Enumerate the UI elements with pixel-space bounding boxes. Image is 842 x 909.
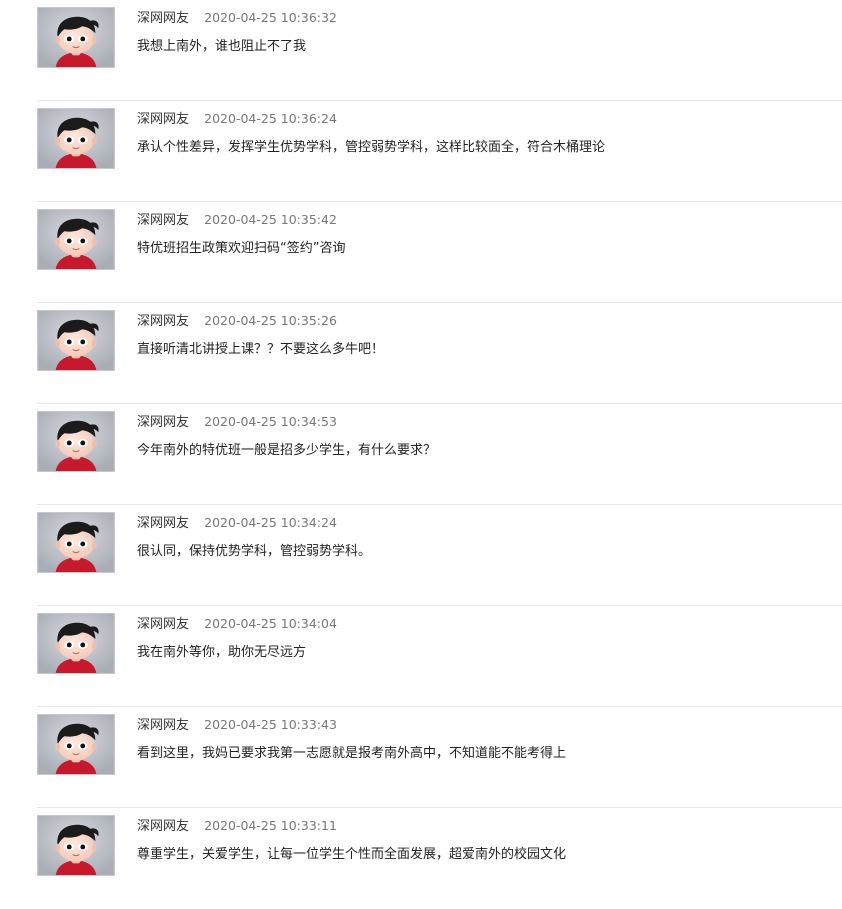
comment-text: 我想上南外，谁也阻止不了我 — [137, 39, 307, 54]
comment-timestamp: 2020-04-25 10:35:26 — [204, 313, 337, 328]
comment-text: 尊重学生，关爱学生，让每一位学生个性而全面发展，超爱南外的校园文化 — [137, 847, 567, 862]
comment-meta: 深网网友 2020-04-25 10:33:11 — [137, 818, 337, 835]
comment-text: 特优班招生政策欢迎扫码“签约”咨询 — [137, 241, 346, 256]
comment-item: 深网网友 2020-04-25 10:35:26 直接听清北讲授上课？？不要这么… — [37, 303, 842, 404]
comment-list: 深网网友 2020-04-25 10:36:32 我想上南外，谁也阻止不了我 深… — [37, 0, 842, 909]
comment-author[interactable]: 深网网友 — [137, 314, 189, 329]
comment-author[interactable]: 深网网友 — [137, 516, 189, 531]
comment-author[interactable]: 深网网友 — [137, 617, 189, 632]
comment-timestamp: 2020-04-25 10:34:53 — [204, 414, 337, 429]
default-user-avatar-icon[interactable] — [37, 815, 115, 876]
default-user-avatar-icon[interactable] — [37, 714, 115, 775]
default-user-avatar-icon[interactable] — [37, 7, 115, 68]
default-user-avatar-icon[interactable] — [37, 108, 115, 169]
comment-item: 深网网友 2020-04-25 10:35:42 特优班招生政策欢迎扫码“签约”… — [37, 202, 842, 303]
comment-text: 看到这里，我妈已要求我第一志愿就是报考南外高中，不知道能不能考得上 — [137, 746, 567, 761]
comment-author[interactable]: 深网网友 — [137, 819, 189, 834]
comment-meta: 深网网友 2020-04-25 10:34:04 — [137, 616, 337, 633]
default-user-avatar-icon[interactable] — [37, 613, 115, 674]
comment-text: 今年南外的特优班一般是招多少学生，有什么要求？ — [137, 443, 437, 458]
default-user-avatar-icon[interactable] — [37, 310, 115, 371]
comment-timestamp: 2020-04-25 10:34:24 — [204, 515, 337, 530]
comment-timestamp: 2020-04-25 10:33:43 — [204, 717, 337, 732]
comment-text: 很认同，保持优势学科，管控弱势学科。 — [137, 544, 372, 559]
comment-item: 深网网友 2020-04-25 10:34:04 我在南外等你，助你无尽远方 — [37, 606, 842, 707]
comment-timestamp: 2020-04-25 10:33:11 — [204, 818, 337, 833]
comment-author[interactable]: 深网网友 — [137, 112, 189, 127]
comment-item: 深网网友 2020-04-25 10:36:24 承认个性差异，发挥学生优势学科… — [37, 101, 842, 202]
comment-meta: 深网网友 2020-04-25 10:36:24 — [137, 111, 337, 128]
comment-author[interactable]: 深网网友 — [137, 11, 189, 26]
comment-item: 深网网友 2020-04-25 10:34:24 很认同，保持优势学科，管控弱势… — [37, 505, 842, 606]
comment-timestamp: 2020-04-25 10:34:04 — [204, 616, 337, 631]
comment-meta: 深网网友 2020-04-25 10:36:32 — [137, 10, 337, 27]
comment-text: 承认个性差异，发挥学生优势学科，管控弱势学科，这样比较面全，符合木桶理论 — [137, 140, 606, 155]
comment-meta: 深网网友 2020-04-25 10:35:26 — [137, 313, 337, 330]
comment-item: 深网网友 2020-04-25 10:33:43 看到这里，我妈已要求我第一志愿… — [37, 707, 842, 808]
comment-item: 深网网友 2020-04-25 10:33:11 尊重学生，关爱学生，让每一位学… — [37, 808, 842, 909]
comment-timestamp: 2020-04-25 10:36:24 — [204, 111, 337, 126]
comment-text: 直接听清北讲授上课？？不要这么多牛吧！ — [137, 342, 385, 357]
comment-author[interactable]: 深网网友 — [137, 213, 189, 228]
comment-timestamp: 2020-04-25 10:35:42 — [204, 212, 337, 227]
default-user-avatar-icon[interactable] — [37, 411, 115, 472]
comment-item: 深网网友 2020-04-25 10:34:53 今年南外的特优班一般是招多少学… — [37, 404, 842, 505]
comment-item: 深网网友 2020-04-25 10:36:32 我想上南外，谁也阻止不了我 — [37, 0, 842, 101]
comment-author[interactable]: 深网网友 — [137, 718, 189, 733]
comment-author[interactable]: 深网网友 — [137, 415, 189, 430]
comment-meta: 深网网友 2020-04-25 10:33:43 — [137, 717, 337, 734]
default-user-avatar-icon[interactable] — [37, 512, 115, 573]
comment-timestamp: 2020-04-25 10:36:32 — [204, 10, 337, 25]
comment-meta: 深网网友 2020-04-25 10:34:24 — [137, 515, 337, 532]
comment-meta: 深网网友 2020-04-25 10:35:42 — [137, 212, 337, 229]
comment-meta: 深网网友 2020-04-25 10:34:53 — [137, 414, 337, 431]
default-user-avatar-icon[interactable] — [37, 209, 115, 270]
comment-text: 我在南外等你，助你无尽远方 — [137, 645, 307, 660]
